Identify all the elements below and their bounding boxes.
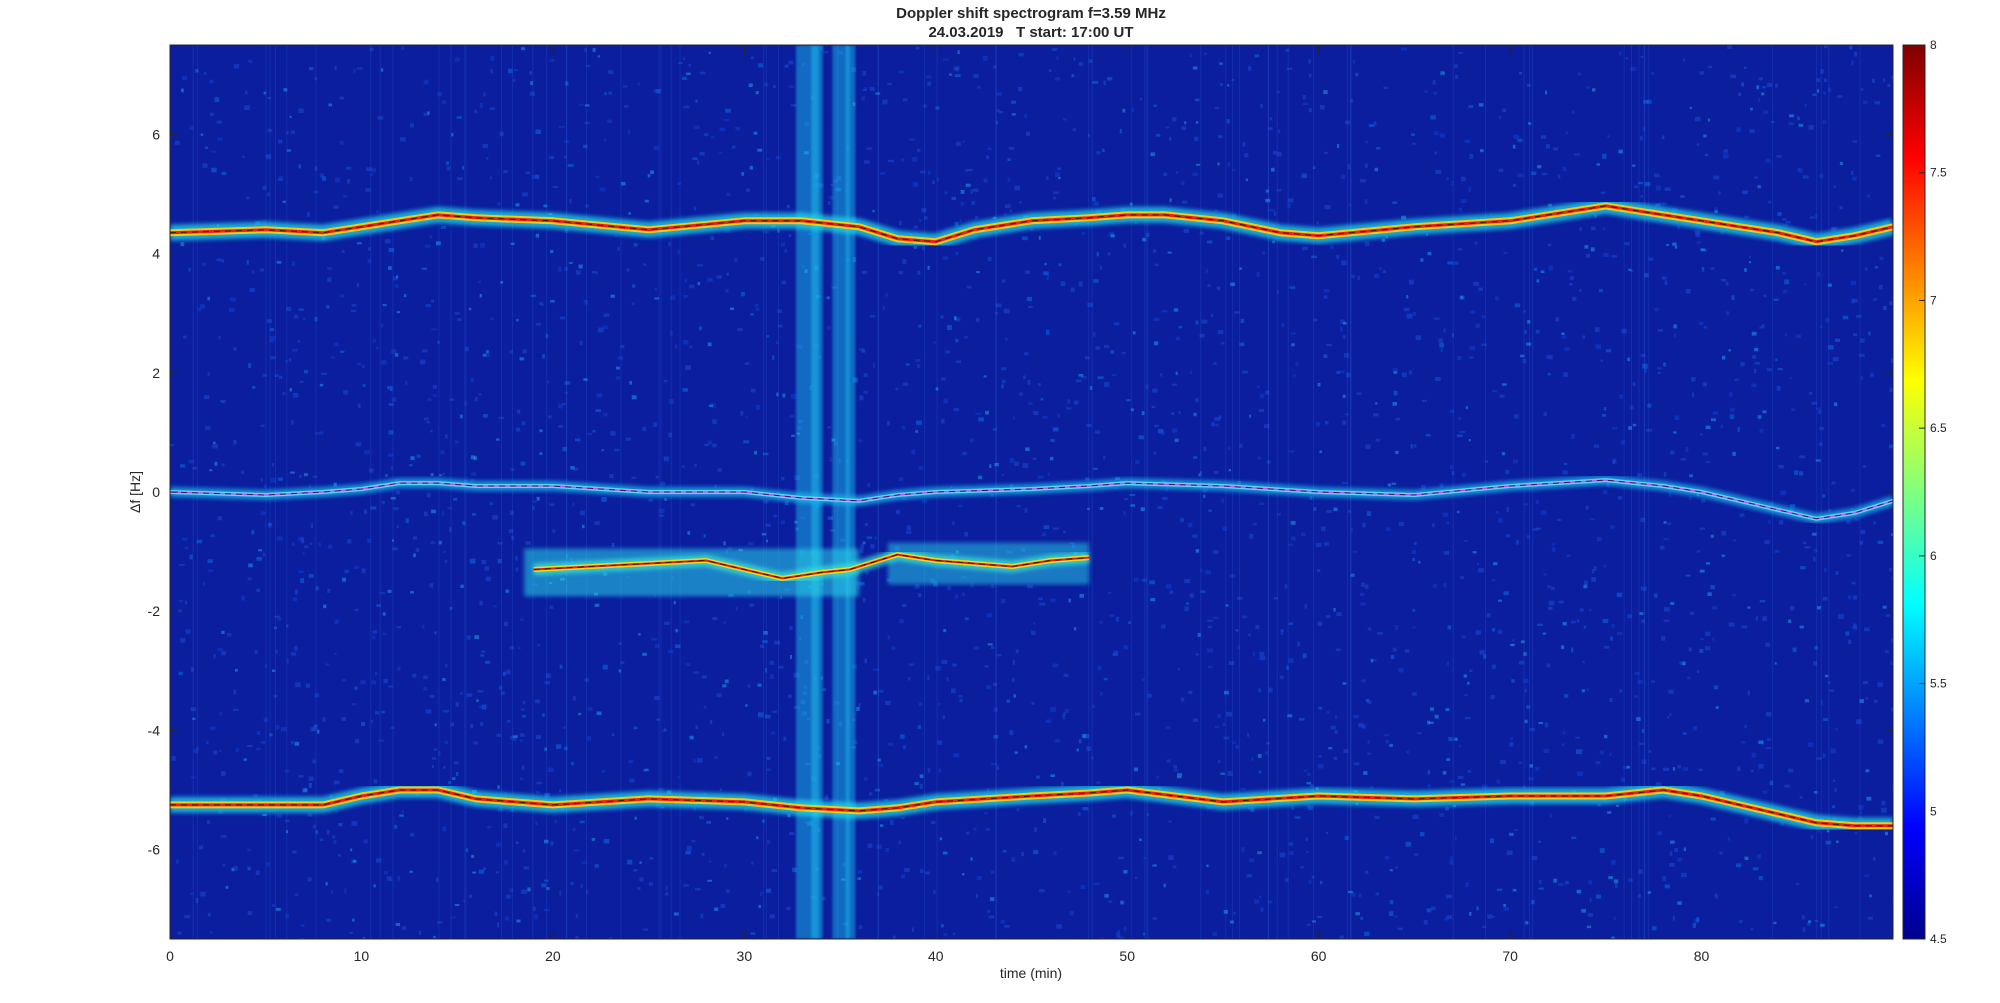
chart-title: Doppler shift spectrogram f=3.59 MHz [896, 5, 1166, 22]
y-tick-label: -4 [148, 722, 161, 738]
y-tick-label: 4 [152, 246, 160, 262]
y-tick-label: -2 [148, 603, 161, 619]
colorbar-tick-label: 7 [1930, 293, 1937, 307]
x-tick-label: 80 [1694, 948, 1710, 964]
colorbar-tick-label: 4.5 [1930, 932, 1947, 946]
x-tick-label: 40 [928, 948, 944, 964]
colorbar-tick-label: 5 [1930, 804, 1937, 818]
colorbar-tick-label: 5.5 [1930, 677, 1947, 691]
colorbar: 4.5 5 5.5 6 6.5 7 7.5 8 [1902, 38, 1947, 946]
colorbar-tick-label: 7.5 [1930, 166, 1947, 180]
colorbar-tick-label: 6 [1930, 549, 1937, 563]
x-tick-label: 30 [737, 948, 753, 964]
colorbar-tick-label: 6.5 [1930, 421, 1947, 435]
chart-subtitle: 24.03.2019 T start: 17:00 UT [928, 24, 1133, 41]
x-axis-label: time (min) [1000, 965, 1062, 981]
y-tick-label: 2 [152, 365, 160, 381]
colorbar-gradient [1902, 44, 1926, 940]
x-tick-label: 20 [545, 948, 561, 964]
x-tick-label: 70 [1502, 948, 1518, 964]
x-tick-label: 10 [354, 948, 370, 964]
x-tick-label: 50 [1119, 948, 1135, 964]
y-tick-label: -6 [148, 842, 161, 858]
y-tick-label: 6 [152, 126, 160, 142]
y-axis-label: Δf [Hz] [127, 471, 143, 513]
spectrogram-figure: Doppler shift spectrogram f=3.59 MHz 24.… [127, 5, 1947, 981]
y-tick-label: 0 [152, 484, 160, 500]
plot-area [169, 44, 1894, 940]
x-tick-label: 0 [166, 948, 174, 964]
x-tick-label: 60 [1311, 948, 1327, 964]
colorbar-tick-label: 8 [1930, 38, 1937, 52]
